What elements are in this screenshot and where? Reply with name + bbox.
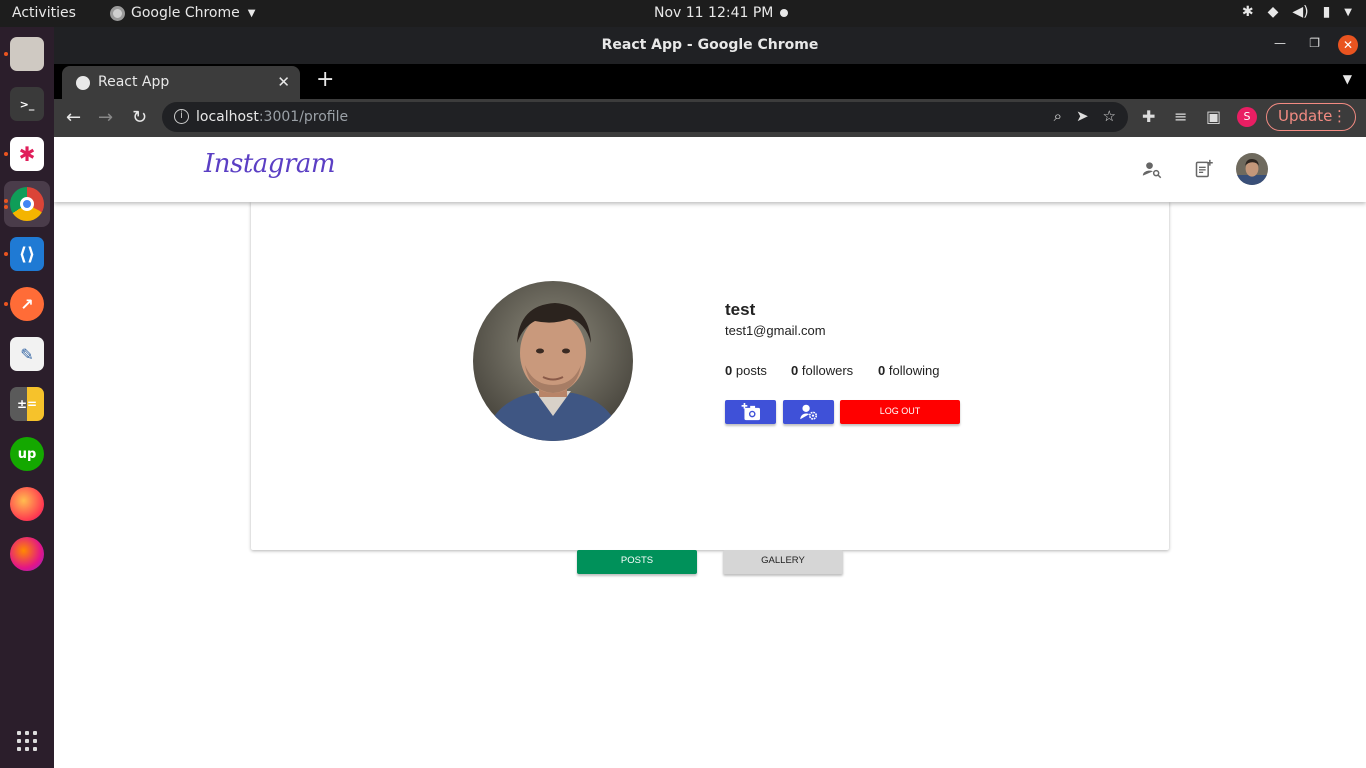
terminal-icon[interactable]: >_ — [10, 87, 44, 121]
profile-avatar[interactable]: S — [1237, 107, 1257, 127]
show-apps-icon[interactable] — [17, 731, 37, 751]
files-icon[interactable] — [10, 37, 44, 71]
page-viewport: Instagram test test1@gmail.com 0 posts 0… — [54, 137, 1366, 768]
running-indicator-icon — [4, 199, 8, 203]
upwork-icon[interactable]: up — [10, 437, 44, 471]
minimize-icon[interactable]: — — [1274, 36, 1286, 50]
logout-button[interactable]: LOG OUT — [840, 400, 960, 424]
forward-icon[interactable]: → — [98, 107, 113, 128]
postman-icon[interactable]: ↗ — [10, 287, 44, 321]
tab-search-chevron-icon[interactable]: ▼ — [1343, 72, 1352, 86]
profile-card: test test1@gmail.com 0 posts 0 followers… — [251, 201, 1169, 550]
gallery-tab-button[interactable]: GALLERY — [723, 550, 843, 574]
caret-down-icon: ▼ — [247, 7, 256, 19]
add-photo-button[interactable] — [725, 400, 776, 424]
profile-stats: 0 posts 0 followers 0 following — [725, 363, 939, 378]
username: test — [725, 300, 756, 319]
notification-dot-icon — [780, 9, 788, 17]
zoom-icon[interactable]: ⌕ — [1054, 107, 1062, 125]
user-photo-icon — [473, 281, 633, 441]
volume-icon: ◀) — [1292, 4, 1309, 20]
firefox-dev-icon[interactable] — [10, 537, 44, 571]
dock: >_ ✱ ⟨⟩ ↗ ✎ ±= up — [0, 27, 54, 768]
manage-account-button[interactable] — [783, 400, 834, 424]
running-indicator-icon — [4, 302, 8, 306]
site-info-icon[interactable]: i — [174, 109, 189, 124]
tab-label: React App — [98, 74, 170, 90]
close-window-button[interactable]: ✕ — [1338, 35, 1358, 55]
user-photo-icon — [1236, 153, 1268, 185]
stat-followers[interactable]: 0 followers — [791, 363, 878, 378]
instagram-logo[interactable]: Instagram — [204, 149, 336, 179]
activities-button[interactable]: Activities — [12, 5, 76, 21]
send-icon[interactable]: ➤ — [1076, 107, 1089, 125]
app-menu[interactable]: Google Chrome ▼ — [110, 5, 255, 21]
profile-avatar-button[interactable] — [1236, 153, 1268, 185]
window-titlebar: React App - Google Chrome — ❐ ✕ — [54, 27, 1366, 64]
tab-react-app[interactable]: React App ✕ — [62, 66, 300, 99]
vscode-icon[interactable]: ⟨⟩ — [10, 237, 44, 271]
clock[interactable]: Nov 11 12:41 PM — [654, 5, 773, 21]
url-text[interactable]: localhost:3001/profile — [196, 109, 348, 125]
profile-photo — [473, 281, 633, 441]
running-indicator-icon — [4, 205, 8, 209]
stat-posts: 0 posts — [725, 363, 767, 378]
bookmark-star-icon[interactable]: ☆ — [1103, 107, 1116, 125]
update-button[interactable]: Update ⋮ — [1266, 103, 1356, 131]
search-user-icon[interactable] — [1142, 159, 1162, 179]
window-title: React App - Google Chrome — [601, 37, 819, 53]
new-tab-icon[interactable]: + — [316, 67, 334, 92]
close-tab-icon[interactable]: ✕ — [277, 73, 290, 91]
system-top-bar: Activities Google Chrome ▼ Nov 11 12:41 … — [0, 0, 1366, 27]
wifi-icon: ◆ — [1267, 4, 1279, 20]
firefox-icon[interactable] — [10, 487, 44, 521]
app-menu-label: Google Chrome — [131, 5, 240, 21]
chrome-icon[interactable] — [10, 187, 44, 221]
add-photo-icon — [741, 403, 760, 421]
media-queue-icon[interactable]: ≡ — [1174, 107, 1187, 126]
chrome-icon — [110, 5, 125, 21]
running-indicator-icon — [4, 152, 8, 156]
posts-tab-button[interactable]: POSTS — [577, 550, 697, 574]
slack-tray-icon[interactable]: ✱ — [1242, 4, 1254, 20]
extensions-icon[interactable]: ✚ — [1142, 107, 1155, 126]
stat-following[interactable]: 0 following — [878, 363, 939, 378]
globe-icon — [76, 76, 90, 90]
back-icon[interactable]: ← — [66, 107, 81, 128]
maximize-icon[interactable]: ❐ — [1309, 36, 1320, 50]
slack-icon[interactable]: ✱ — [10, 137, 44, 171]
update-label: Update — [1278, 107, 1333, 125]
manage-account-icon — [799, 404, 817, 420]
running-indicator-icon — [4, 252, 8, 256]
battery-icon: ▮ — [1322, 4, 1331, 20]
user-email: test1@gmail.com — [725, 323, 826, 338]
browser-toolbar: ← → ↻ i localhost:3001/profile ⌕ ➤ ☆ ✚ ≡… — [54, 99, 1366, 137]
tab-strip: React App ✕ + ▼ — [54, 64, 1366, 99]
caret-down-icon: ▼ — [1344, 6, 1352, 18]
address-bar[interactable]: i localhost:3001/profile ⌕ ➤ ☆ — [162, 102, 1128, 132]
text-editor-icon[interactable]: ✎ — [10, 337, 44, 371]
side-panel-icon[interactable]: ▣ — [1206, 107, 1221, 126]
create-post-icon[interactable] — [1194, 159, 1214, 179]
reload-icon[interactable]: ↻ — [132, 107, 147, 128]
calculator-icon[interactable]: ±= — [10, 387, 44, 421]
running-indicator-icon — [4, 52, 8, 56]
app-navbar: Instagram — [54, 137, 1366, 202]
kebab-menu-icon[interactable]: ⋮ — [1332, 104, 1347, 129]
system-tray[interactable]: ✱ ◆ ◀) ▮ ▼ — [1242, 4, 1352, 20]
